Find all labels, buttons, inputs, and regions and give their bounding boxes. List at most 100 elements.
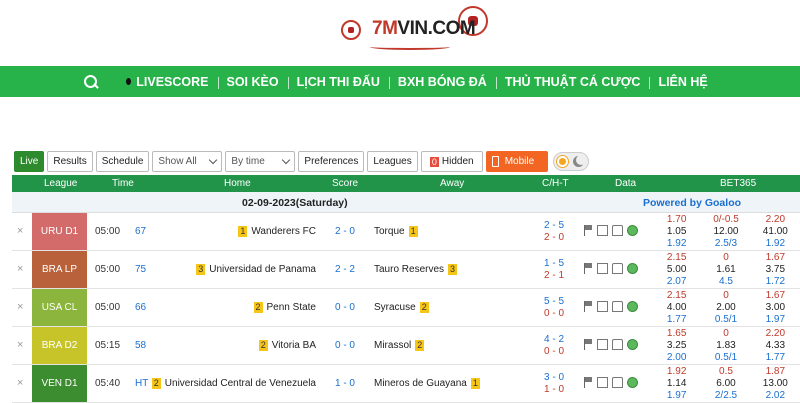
chart-icon[interactable] xyxy=(597,377,608,388)
match-score[interactable]: 1 - 0 xyxy=(330,378,360,389)
sort-select[interactable]: By time xyxy=(225,151,296,172)
hidden-count-badge: 0 xyxy=(429,156,439,167)
away-team[interactable]: Torque 1 xyxy=(374,226,422,237)
shirt-icon[interactable] xyxy=(612,377,623,388)
match-time: 05:00 xyxy=(95,302,121,313)
data-icons xyxy=(584,301,638,312)
soccer-ball-icon[interactable] xyxy=(627,377,638,388)
soccer-ball-icon[interactable] xyxy=(627,339,638,350)
home-team[interactable]: 2 Universidad Central de Venezuela xyxy=(148,378,316,389)
match-score[interactable]: 0 - 0 xyxy=(330,302,360,313)
site-logo[interactable]: 7MVIN.COM xyxy=(0,0,800,66)
table-row[interactable]: × USA CL 05:00 66 2 Penn State 0 - 0 Syracuse 2 5… xyxy=(12,289,800,327)
flag-icon[interactable] xyxy=(584,263,593,274)
league-badge[interactable]: USA CL xyxy=(32,289,87,326)
sun-icon xyxy=(556,156,568,167)
hidden-button[interactable]: 0 Hidden xyxy=(420,151,483,172)
nav-livescore[interactable]: LIVESCORE xyxy=(117,75,217,89)
odds-line-handicap: 1.65 0 2.20 xyxy=(652,328,800,340)
hide-match-icon[interactable]: × xyxy=(17,339,23,351)
nav-lien-he[interactable]: LIÊN HỆ xyxy=(649,75,716,89)
flag-icon[interactable] xyxy=(584,225,593,236)
odds-value: 2.5/3 xyxy=(714,238,738,249)
leagues-button[interactable]: Leagues xyxy=(367,151,418,172)
match-score[interactable]: 2 - 2 xyxy=(330,264,360,275)
odds-block[interactable]: 1.92 0.5 1.87 1.14 6.00 13.00 1.97 2/2.5 2.02 xyxy=(652,366,800,402)
match-minute: 75 xyxy=(135,264,147,275)
home-rank: 2 xyxy=(253,302,263,313)
odds-value: 0.5 xyxy=(719,366,733,377)
home-team[interactable]: 3 Universidad de Panama xyxy=(192,264,316,275)
odds-value: 3.00 xyxy=(765,302,786,313)
away-team[interactable]: Syracuse 2 xyxy=(374,302,433,313)
table-row[interactable]: × VEN D1 05:40 HT 2 Universidad Central de Ve… xyxy=(12,365,800,403)
odds-value: 4.33 xyxy=(765,340,786,351)
chevron-down-icon xyxy=(282,155,291,165)
nav-thu-thuat[interactable]: THỦ THUẬT CÁ CƯỢC xyxy=(495,75,650,89)
odds-block[interactable]: 2.15 0 1.67 5.00 1.61 3.75 2.07 4.5 1.72 xyxy=(652,252,800,288)
league-badge[interactable]: URU D1 xyxy=(32,213,87,250)
nav-lich-thi-dau[interactable]: LỊCH THI ĐẤU xyxy=(287,75,389,89)
away-team[interactable]: Tauro Reserves 3 xyxy=(374,264,461,275)
flag-icon[interactable] xyxy=(584,301,593,312)
hide-match-icon[interactable]: × xyxy=(17,301,23,313)
mobile-button[interactable]: Mobile xyxy=(485,151,548,172)
chart-icon[interactable] xyxy=(597,225,608,236)
corners: 4 - 2 xyxy=(544,334,565,345)
flag-icon[interactable] xyxy=(584,339,593,350)
match-score[interactable]: 0 - 0 xyxy=(330,340,360,351)
corners-halftime: 3 - 01 - 0 xyxy=(544,372,564,396)
odds-value: 1.72 xyxy=(765,276,786,287)
soccer-ball-icon[interactable] xyxy=(627,301,638,312)
home-team[interactable]: 2 Vitoria BA xyxy=(255,340,316,351)
flag-icon[interactable] xyxy=(584,377,593,388)
show-all-select[interactable]: Show All xyxy=(152,151,223,172)
live-tab[interactable]: Live xyxy=(14,151,45,172)
home-team[interactable]: 2 Penn State xyxy=(250,302,316,313)
shirt-icon[interactable] xyxy=(612,339,623,350)
table-row[interactable]: × BRA D2 05:15 58 2 Vitoria BA 0 - 0 Mirassol 2 4… xyxy=(12,327,800,365)
hide-match-icon[interactable]: × xyxy=(17,225,23,237)
match-score[interactable]: 2 - 0 xyxy=(330,226,360,237)
header-odds: BET365 xyxy=(720,178,757,189)
shirt-icon[interactable] xyxy=(612,301,623,312)
theme-toggle[interactable] xyxy=(552,152,589,171)
table-row[interactable]: × BRA LP 05:00 75 3 Universidad de Panama 2 - … xyxy=(12,251,800,289)
shirt-icon[interactable] xyxy=(612,263,623,274)
odds-line-handicap: 1.70 0/-0.5 2.20 xyxy=(652,214,800,226)
chart-icon[interactable] xyxy=(597,301,608,312)
odds-block[interactable]: 1.70 0/-0.5 2.20 1.05 12.00 41.00 1.92 2.5/3 1.9… xyxy=(652,214,800,250)
away-team[interactable]: Mineros de Guayana 1 xyxy=(374,378,484,389)
odds-block[interactable]: 2.15 0 1.67 4.00 2.00 3.00 1.77 0.5/1 1.97 xyxy=(652,290,800,326)
chart-icon[interactable] xyxy=(597,263,608,274)
nav-bxh-bong-da[interactable]: BXH BÓNG ĐÁ xyxy=(388,75,496,89)
odds-line-over-under: 1.97 2/2.5 2.02 xyxy=(652,390,800,402)
results-tab[interactable]: Results xyxy=(47,151,93,172)
league-badge[interactable]: VEN D1 xyxy=(32,365,87,402)
shirt-icon[interactable] xyxy=(612,225,623,236)
schedule-tab[interactable]: Schedule xyxy=(95,151,150,172)
odds-block[interactable]: 1.65 0 2.20 3.25 1.83 4.33 2.00 0.5/1 1.77 xyxy=(652,328,800,364)
powered-by-link[interactable]: Powered by Goaloo xyxy=(643,197,741,209)
search-icon[interactable] xyxy=(83,74,99,90)
soccer-ball-icon[interactable] xyxy=(627,225,638,236)
corners-halftime: 1 - 52 - 1 xyxy=(544,258,564,282)
nav-soi-keo[interactable]: SOI KÈO xyxy=(217,75,288,89)
hide-match-icon[interactable]: × xyxy=(17,377,23,389)
header-away: Away xyxy=(440,178,465,189)
league-badge[interactable]: BRA LP xyxy=(32,251,87,288)
soccer-ball-icon xyxy=(341,20,361,40)
chart-icon[interactable] xyxy=(597,339,608,350)
odds-line-1x2: 5.00 1.61 3.75 xyxy=(652,264,800,276)
hide-match-icon[interactable]: × xyxy=(17,263,23,275)
preferences-button[interactable]: Preferences xyxy=(298,151,365,172)
away-team[interactable]: Mirassol 2 xyxy=(374,340,428,351)
odds-line-over-under: 2.07 4.5 1.72 xyxy=(652,276,800,288)
league-badge[interactable]: BRA D2 xyxy=(32,327,87,364)
away-rank: 2 xyxy=(415,340,425,351)
home-team[interactable]: 1 Wanderers FC xyxy=(234,226,316,237)
table-row[interactable]: × URU D1 05:00 67 1 Wanderers FC 2 - 0 Torque 1 2… xyxy=(12,213,800,251)
filter-toolbar: Live Results Schedule Show All By time P… xyxy=(14,151,589,172)
soccer-ball-icon[interactable] xyxy=(627,263,638,274)
header-league: League xyxy=(44,178,78,189)
